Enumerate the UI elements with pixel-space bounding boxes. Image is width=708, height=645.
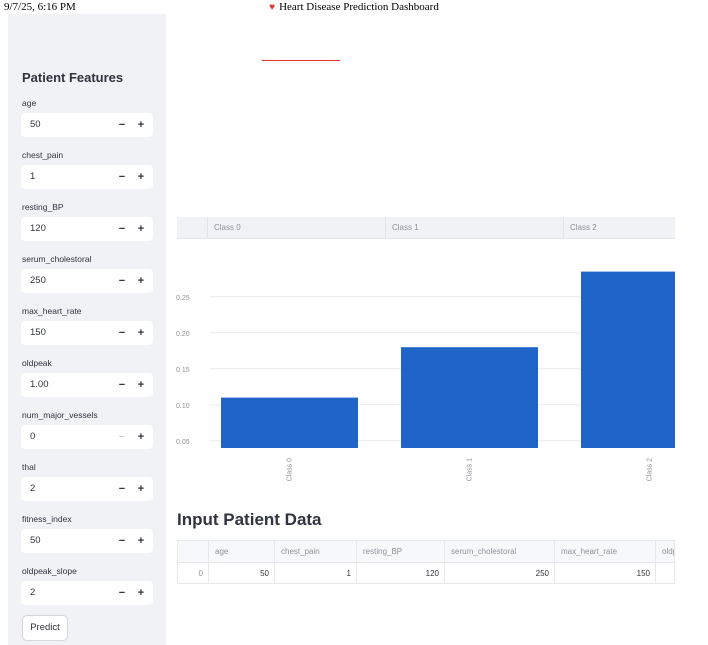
number-input-oldpeak-slope[interactable]: 2 − + <box>21 581 153 605</box>
increment-button[interactable]: + <box>132 532 150 550</box>
increment-button[interactable]: + <box>132 584 150 602</box>
table-cell: 120 <box>356 563 444 583</box>
section-title-input-data: Input Patient Data <box>177 510 322 529</box>
table-cell: 1 <box>274 563 356 583</box>
field-label-chest-pain: chest_pain <box>22 150 64 160</box>
input-value[interactable]: 1 <box>30 171 35 182</box>
decrement-button[interactable]: − <box>113 168 131 186</box>
column-header: chest_pain <box>274 541 356 563</box>
column-header: max_heart_rate <box>554 541 655 563</box>
increment-button[interactable]: + <box>132 272 150 290</box>
input-value[interactable]: 2 <box>30 587 35 598</box>
decrement-button[interactable]: − <box>113 532 131 550</box>
input-value[interactable]: 250 <box>30 275 46 286</box>
number-input-oldpeak[interactable]: 1.00 − + <box>21 373 153 397</box>
input-value[interactable]: 1.00 <box>30 379 49 390</box>
decrement-button[interactable]: − <box>113 272 131 290</box>
decrement-button[interactable]: − <box>113 584 131 602</box>
column-header-class-0: Class 0 <box>207 217 385 239</box>
x-tick-label: Class 2 <box>647 458 654 481</box>
y-tick-label: 0.25 <box>176 295 190 302</box>
number-input-thal[interactable]: 2 − + <box>21 477 153 501</box>
decrement-button[interactable]: − <box>113 428 131 446</box>
field-label-thal: thal <box>22 462 36 472</box>
input-data-table: age chest_pain resting_BP serum_cholesto… <box>177 540 675 584</box>
bar-class-2 <box>581 271 675 448</box>
column-header: resting_BP <box>356 541 444 563</box>
table-cell <box>655 563 674 583</box>
x-tick-label: Class 0 <box>287 458 294 481</box>
column-header: age <box>208 541 274 563</box>
x-tick-label: Class 1 <box>467 458 474 481</box>
number-input-fitness-index[interactable]: 50 − + <box>21 529 153 553</box>
field-label-age: age <box>22 98 37 108</box>
increment-button[interactable]: + <box>132 168 150 186</box>
field-label-oldpeak-slope: oldpeak_slope <box>22 566 77 576</box>
decrement-button[interactable]: − <box>113 116 131 134</box>
table-header: age chest_pain resting_BP serum_cholesto… <box>178 541 674 563</box>
input-value[interactable]: 50 <box>30 535 41 546</box>
increment-button[interactable]: + <box>132 324 150 342</box>
field-label-serum-cholestoral: serum_cholestoral <box>22 254 92 264</box>
increment-button[interactable]: + <box>132 480 150 498</box>
field-label-num-major-vessels: num_major_vessels <box>22 410 98 420</box>
increment-button[interactable]: + <box>132 376 150 394</box>
probability-bar-chart: 0.05 0.10 0.15 0.20 0.25 Class 0 Class 1 Class … <box>176 271 675 481</box>
increment-button[interactable]: + <box>132 116 150 134</box>
table-row: 0 50 1 120 250 150 <box>178 563 674 583</box>
column-header-class-2: Class 2 <box>563 217 675 239</box>
y-tick-label: 0.20 <box>176 331 190 338</box>
input-value[interactable]: 50 <box>30 119 41 130</box>
progress-underline <box>262 60 340 61</box>
increment-button[interactable]: + <box>132 220 150 238</box>
number-input-serum-cholestoral[interactable]: 250 − + <box>21 269 153 293</box>
column-header: oldp <box>655 541 674 563</box>
input-value[interactable]: 0 <box>30 431 35 442</box>
number-input-max-heart-rate[interactable]: 150 − + <box>21 321 153 345</box>
row-index: 0 <box>198 569 203 578</box>
page-title: ♥ Heart Disease Prediction Dashboard <box>0 1 708 13</box>
field-label-fitness-index: fitness_index <box>22 514 72 524</box>
input-value[interactable]: 2 <box>30 483 35 494</box>
field-label-resting-bp: resting_BP <box>22 202 64 212</box>
number-input-chest-pain[interactable]: 1 − + <box>21 165 153 189</box>
bar-class-1 <box>401 347 538 448</box>
heart-icon: ♥ <box>269 2 276 13</box>
sidebar-title: Patient Features <box>22 70 124 85</box>
predict-button[interactable]: Predict <box>22 615 68 641</box>
page-title-text: Heart Disease Prediction Dashboard <box>279 1 439 13</box>
input-value[interactable]: 120 <box>30 223 46 234</box>
table-cell: 150 <box>554 563 655 583</box>
input-value[interactable]: 150 <box>30 327 46 338</box>
decrement-button[interactable]: − <box>113 480 131 498</box>
number-input-age[interactable]: 50 − + <box>21 113 153 137</box>
y-tick-label: 0.10 <box>176 403 190 410</box>
number-input-resting-bp[interactable]: 120 − + <box>21 217 153 241</box>
increment-button[interactable]: + <box>132 428 150 446</box>
number-input-num-major-vessels[interactable]: 0 − + <box>21 425 153 449</box>
field-label-max-heart-rate: max_heart_rate <box>22 306 82 316</box>
table-cell: 250 <box>444 563 554 583</box>
y-tick-label: 0.15 <box>176 367 190 374</box>
bar-class-0 <box>221 397 358 448</box>
decrement-button[interactable]: − <box>113 376 131 394</box>
decrement-button[interactable]: − <box>113 220 131 238</box>
column-header-class-1: Class 1 <box>385 217 563 239</box>
index-header <box>178 541 208 563</box>
table-cell: 50 <box>208 563 274 583</box>
sidebar: Patient Features age 50− + chest_pain 1− + res… <box>8 14 166 645</box>
y-tick-label: 0.05 <box>176 439 190 446</box>
decrement-button[interactable]: − <box>113 324 131 342</box>
probability-table-header: Class 0 Class 1 Class 2 <box>177 217 675 239</box>
print-header: 9/7/25, 6:16 PM ♥ Heart Disease Predictio… <box>0 0 708 14</box>
column-header: serum_cholestoral <box>444 541 554 563</box>
field-label-oldpeak: oldpeak <box>22 358 52 368</box>
